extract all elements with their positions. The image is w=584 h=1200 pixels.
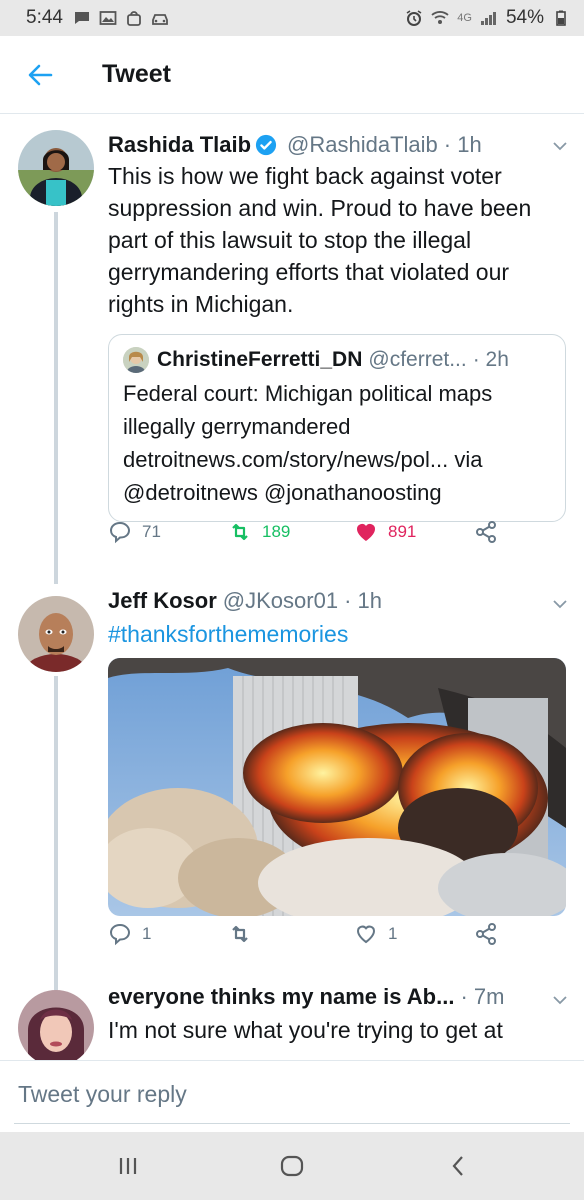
back-nav-button[interactable] bbox=[442, 1150, 474, 1182]
signal-icon bbox=[480, 10, 498, 26]
chevron-down-icon[interactable] bbox=[552, 138, 568, 154]
thread-line bbox=[54, 212, 58, 584]
status-bar: 5:44 4G 54% bbox=[0, 0, 584, 36]
home-icon bbox=[280, 1155, 304, 1177]
heart-outline-icon bbox=[356, 925, 376, 944]
tweet-header: everyone thinks my name is Ab... · 7m bbox=[108, 984, 568, 1014]
quote-avatar bbox=[123, 347, 149, 373]
avatar[interactable] bbox=[18, 130, 94, 206]
tweet-time: · 1h bbox=[443, 132, 482, 157]
page-title: Tweet bbox=[102, 60, 171, 88]
hashtag-link[interactable]: #thanksforthememories bbox=[108, 618, 568, 650]
reply-button[interactable]: 71 bbox=[108, 520, 161, 544]
android-nav-bar bbox=[0, 1132, 584, 1200]
avatar[interactable] bbox=[18, 596, 94, 672]
chevron-down-icon[interactable] bbox=[552, 992, 568, 1008]
reply-button[interactable]: 1 bbox=[108, 922, 151, 946]
back-button[interactable] bbox=[20, 55, 60, 95]
message-icon bbox=[73, 10, 91, 26]
author-name[interactable]: Rashida Tlaib bbox=[108, 132, 251, 158]
share-icon bbox=[476, 521, 496, 543]
reply-count: 71 bbox=[142, 522, 161, 541]
quote-time: · 2h bbox=[472, 348, 509, 371]
battery-icon bbox=[552, 10, 570, 26]
back-chevron-icon bbox=[452, 1156, 463, 1176]
network-type: 4G bbox=[457, 12, 472, 24]
author-handle: @RashidaTlaib bbox=[287, 132, 438, 157]
back-arrow-icon bbox=[28, 64, 53, 85]
home-button[interactable] bbox=[276, 1150, 308, 1182]
reply-icon bbox=[109, 923, 131, 946]
tweet-time: · 7m bbox=[460, 984, 505, 1009]
retweet-button[interactable]: 189 bbox=[228, 520, 290, 544]
app-header: Tweet bbox=[0, 36, 584, 114]
tweet-text: This is how we fight back against voter … bbox=[108, 163, 532, 317]
retweet-icon bbox=[232, 925, 248, 943]
author-handle: @JKosor01 bbox=[222, 588, 339, 613]
heart-filled-icon bbox=[357, 524, 375, 541]
quoted-tweet[interactable]: ChristineFerretti_DN @cferret... · 2h Fe… bbox=[108, 334, 566, 522]
author-name[interactable]: everyone thinks my name is Ab... bbox=[108, 984, 454, 1010]
quote-author-handle: @cferret... bbox=[368, 348, 467, 371]
tweet-time: · 1h bbox=[344, 588, 382, 613]
reply-input[interactable]: Tweet your reply bbox=[18, 1081, 187, 1108]
battery-percent: 54% bbox=[505, 7, 544, 28]
share-button[interactable] bbox=[474, 520, 508, 544]
tweet-image[interactable] bbox=[108, 658, 566, 916]
reply-bar: Tweet your reply bbox=[0, 1060, 584, 1132]
like-button[interactable]: 1 bbox=[354, 922, 397, 946]
like-count: 1 bbox=[388, 924, 398, 943]
verified-badge-icon bbox=[255, 134, 277, 156]
recent-apps-button[interactable] bbox=[112, 1150, 144, 1182]
avatar[interactable] bbox=[18, 990, 94, 1060]
alarm-icon bbox=[405, 10, 423, 26]
reply-underline bbox=[14, 1123, 570, 1124]
quote-author-name: ChristineFerretti_DN bbox=[157, 348, 363, 371]
like-button[interactable]: 891 bbox=[354, 520, 416, 544]
reply-icon bbox=[109, 521, 131, 544]
wifi-icon bbox=[431, 10, 449, 26]
recent-apps-icon bbox=[119, 1158, 137, 1174]
reply-count: 1 bbox=[142, 924, 152, 943]
retweet-button[interactable] bbox=[228, 922, 262, 946]
quote-text: Federal court: Michigan political maps i… bbox=[123, 381, 493, 505]
car-icon bbox=[151, 10, 169, 26]
status-time: 5:44 bbox=[26, 7, 63, 28]
retweet-count: 189 bbox=[262, 522, 291, 541]
chevron-down-icon[interactable] bbox=[552, 596, 568, 612]
image-icon bbox=[99, 10, 117, 26]
tweet-header: Rashida Tlaib @RashidaTlaib · 1h bbox=[108, 130, 568, 160]
bag-icon bbox=[125, 10, 143, 26]
thread[interactable]: Rashida Tlaib @RashidaTlaib · 1h This is… bbox=[0, 114, 584, 1060]
tweet-text: I'm not sure what you're trying to get a… bbox=[108, 1017, 503, 1043]
author-name[interactable]: Jeff Kosor bbox=[108, 588, 217, 614]
tweet-header: Jeff Kosor @JKosor01 · 1h bbox=[108, 588, 568, 618]
share-button[interactable] bbox=[474, 922, 508, 946]
like-count: 891 bbox=[388, 522, 417, 541]
share-icon bbox=[476, 923, 496, 945]
retweet-icon bbox=[232, 523, 248, 541]
